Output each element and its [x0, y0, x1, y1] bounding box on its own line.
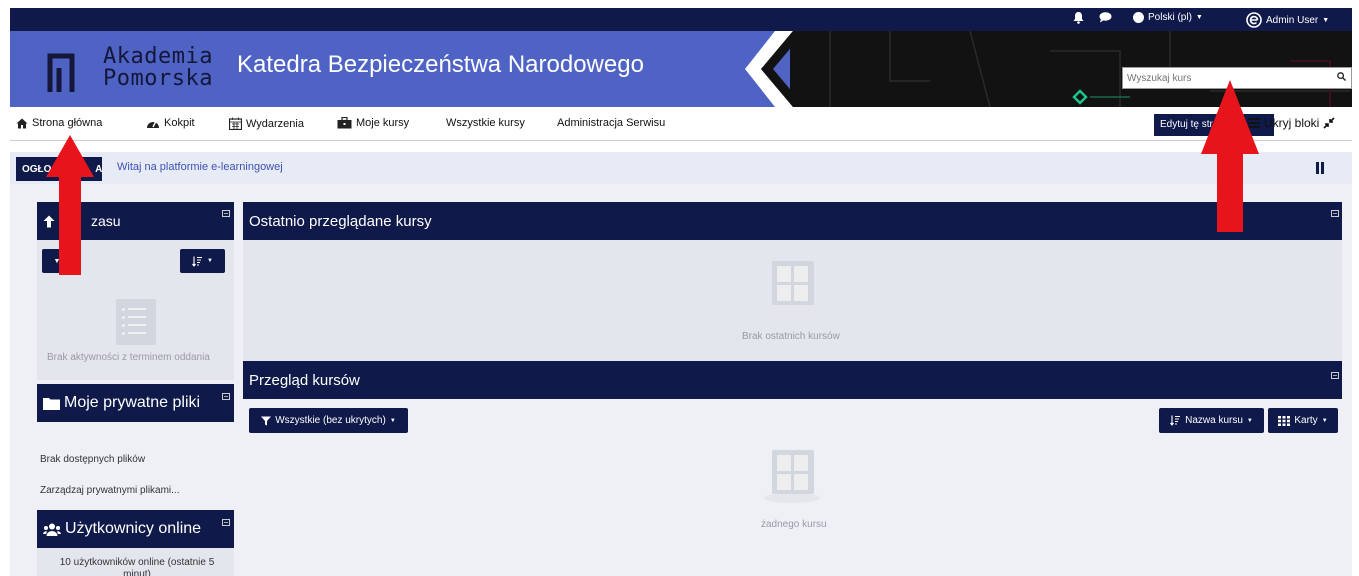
compress-icon [1323, 117, 1335, 129]
nav-label-all-courses: Wszystkie kursy [446, 117, 525, 129]
calendar-icon [229, 117, 242, 130]
caret-down-icon: ▼ [207, 258, 213, 264]
pause-icon[interactable] [1315, 162, 1325, 174]
caret-down-icon: ▼ [1322, 16, 1330, 24]
notifications-icon[interactable] [1073, 12, 1084, 24]
nav-item-all-courses[interactable]: Wszystkie kursy [446, 117, 525, 129]
nav-item-dashboard[interactable]: Kokpit [146, 117, 195, 129]
nav-item-events[interactable]: Wydarzenia [229, 117, 304, 130]
view-dropdown[interactable]: Karty ▼ [1268, 408, 1338, 433]
shadow [764, 304, 820, 314]
shadow [764, 493, 820, 503]
dashboard-icon [147, 120, 159, 128]
caret-down-icon: ▼ [1321, 417, 1328, 424]
folder-icon [43, 397, 60, 410]
sort-icon [192, 256, 203, 267]
nav-label-events: Wydarzenia [246, 117, 304, 130]
private-files-empty: Brak dostępnych plików [40, 454, 146, 465]
filter-label: Wszystkie (bez ukrytych) [275, 415, 386, 426]
red-arrow-annotation [1201, 80, 1259, 232]
announcement-bar: OGŁOS A Witaj na platformie e-learningowe… [10, 152, 1352, 184]
course-overview-title: Przegląd kursów [249, 371, 360, 389]
view-label: Karty [1294, 415, 1318, 426]
sort-icon [1170, 415, 1181, 426]
site-banner: Akademia Pomorska Katedra Bezpieczeństwa… [10, 31, 1352, 107]
language-menu[interactable]: Polski (pl) ▼ [1133, 12, 1203, 23]
caret-down-icon: ▼ [389, 417, 396, 424]
announcement-label-tail: A [95, 164, 103, 175]
home-icon [16, 118, 28, 128]
hide-blocks-label: Ukryj bloki [1264, 116, 1320, 130]
announcement-text[interactable]: Witaj na platformie e-learningowej [117, 161, 283, 173]
avatar [1246, 12, 1262, 28]
nav-item-site-admin[interactable]: Administracja Serwisu [557, 117, 665, 129]
messages-icon[interactable] [1099, 12, 1112, 23]
recent-empty-text: Brak ostatnich kursów [742, 331, 840, 342]
banner-chevron [745, 31, 805, 107]
course-overview-header: Przegląd kursów [243, 361, 1342, 399]
caret-down-icon: ▼ [1246, 417, 1253, 424]
caret-down-icon: ▼ [1195, 14, 1203, 21]
empty-activities-icon [116, 299, 156, 345]
red-arrow-annotation [46, 135, 94, 275]
online-users-text: 10 użytkowników online (ostatnie 5 minut… [59, 557, 215, 576]
private-files-block-header: Moje prywatne pliki [37, 384, 234, 422]
collapse-icon[interactable] [1331, 372, 1339, 379]
sort-dropdown[interactable]: Nazwa kursu ▼ [1159, 408, 1264, 433]
filter-dropdown[interactable]: Wszystkie (bez ukrytych) ▼ [249, 408, 408, 433]
recent-courses-header: Ostatnio przeglądane kursy [243, 202, 1342, 240]
nav-item-my-courses[interactable]: Moje kursy [337, 117, 409, 129]
briefcase-icon [337, 117, 352, 129]
filter-icon [261, 416, 272, 425]
online-users-title: Użytkownicy online [65, 520, 202, 537]
nav-label-home: Strona główna [32, 117, 103, 129]
nav-label-dashboard: Kokpit [164, 117, 195, 129]
collapse-icon[interactable] [1331, 210, 1339, 217]
site-title: Katedra Bezpieczeństwa Narodowego [237, 51, 644, 78]
logo-line-1: Akademia [103, 44, 213, 69]
user-name: Admin User [1266, 14, 1319, 26]
user-menu[interactable]: Admin User ▼ [1246, 12, 1329, 28]
no-courses-icon [772, 261, 814, 305]
logo-line-2: Pomorska [103, 66, 213, 91]
manage-private-files-link[interactable]: Zarządzaj prywatnymi plikami... [40, 485, 179, 496]
globe-icon [1133, 12, 1144, 23]
main-navigation: Strona główna Kokpit Wydarzenia Moje kur… [10, 107, 1352, 141]
nav-label-site-admin: Administracja Serwisu [557, 117, 666, 129]
hide-blocks-toggle[interactable]: Ukryj bloki [1248, 116, 1335, 130]
timeline-title: zasu [91, 213, 121, 229]
top-navbar: Polski (pl) ▼ Admin User ▼ [10, 8, 1352, 31]
users-icon [43, 523, 61, 536]
academy-logo-icon [47, 53, 75, 92]
online-users-block-header: Użytkownicy online [37, 510, 234, 548]
grid-icon [1278, 415, 1291, 426]
overview-empty-text: żadnego kursu [761, 519, 827, 530]
nav-item-home[interactable]: Strona główna [16, 117, 102, 129]
language-label: Polski (pl) [1148, 12, 1192, 23]
collapse-icon[interactable] [222, 519, 230, 526]
collapse-icon[interactable] [222, 210, 230, 217]
collapse-icon[interactable] [222, 393, 230, 400]
academy-logo-text: Akademia Pomorska [103, 46, 213, 90]
recent-courses-title: Ostatnio przeglądane kursy [249, 212, 432, 230]
search-icon[interactable] [1331, 72, 1351, 84]
timeline-sort-button[interactable]: ▼ [180, 249, 225, 273]
nav-label-my-courses: Moje kursy [356, 117, 410, 129]
timeline-empty-text: Brak aktywności z terminem oddania [47, 352, 210, 363]
sort-label: Nazwa kursu [1185, 415, 1243, 426]
private-files-title: Moje prywatne pliki [64, 394, 201, 411]
no-courses-icon [772, 450, 814, 494]
